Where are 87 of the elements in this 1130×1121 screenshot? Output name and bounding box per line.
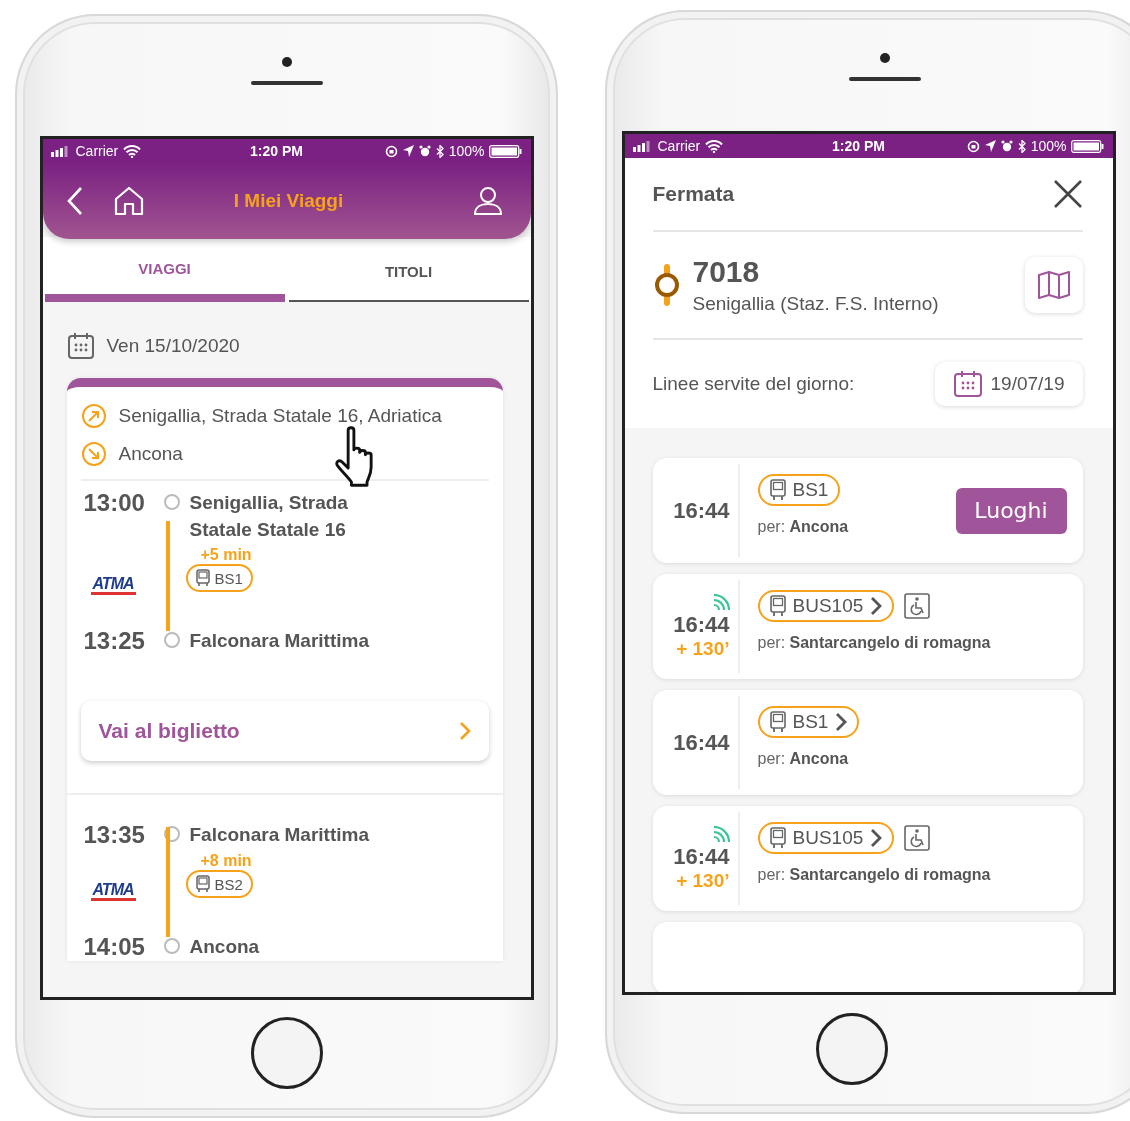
line-badge[interactable]: BS1: [757, 706, 860, 738]
bus-icon: [195, 569, 210, 587]
departure-time: 13:35: [82, 821, 146, 849]
bus-icon: [195, 875, 210, 893]
stop-name: Senigallia, Strada Statale Statale 16: [189, 491, 349, 542]
calendar-icon: [952, 370, 983, 398]
route-destination: Ancona: [118, 443, 183, 465]
screen-title: I Miei Viaggi: [232, 190, 345, 212]
ticket-button[interactable]: Vai al biglietto: [80, 701, 489, 761]
operator-logo: ATMA: [90, 575, 136, 595]
clock-time: 1:20 PM: [832, 138, 885, 154]
destination-text: per: Ancona: [757, 518, 850, 536]
battery-icon: [489, 144, 523, 158]
delay-label: +8 min: [200, 852, 252, 870]
signal-icon: [632, 140, 653, 152]
stop-name: Falconara Marittima: [189, 823, 370, 847]
arrival-icon: [80, 441, 107, 467]
battery-icon: [1071, 139, 1105, 153]
line-badge: BS1: [185, 564, 253, 592]
chevron-right-icon: [458, 721, 471, 741]
delay-label: +5 min: [200, 546, 252, 564]
stop-name: Ancona: [189, 935, 261, 959]
destination-text: per: Ancona: [757, 750, 850, 768]
stop-code: 7018: [692, 255, 761, 289]
speaker-slot: [849, 76, 921, 81]
line-badge: BS2: [185, 870, 253, 898]
rotation-lock-icon: [384, 144, 398, 158]
departure-card[interactable]: 16:44 BS1 per: Ancona Luoghi: [652, 458, 1083, 563]
arrival-time: 14:05: [82, 933, 146, 961]
delay-label: + 130’: [676, 637, 730, 660]
location-arrow-icon: [984, 140, 996, 152]
departure-card[interactable]: 16:44 BS1 per: Ancona: [652, 690, 1083, 795]
departure-icon: [80, 403, 107, 429]
stop-name: Senigallia (Staz. F.S. Interno): [692, 293, 940, 315]
rotation-lock-icon: [966, 139, 980, 153]
clock-time: 1:20 PM: [250, 143, 303, 159]
date-button[interactable]: 19/07/19: [934, 362, 1083, 406]
departure-time: 16:44: [673, 497, 730, 524]
stop-dot: [163, 938, 180, 954]
delay-label: + 130’: [676, 869, 730, 892]
alarm-icon: [1000, 140, 1013, 152]
camera-dot: [880, 52, 890, 63]
bus-icon: [769, 595, 786, 617]
bluetooth-icon: [435, 144, 444, 158]
departure-time: 13:00: [82, 489, 146, 517]
calendar-icon: [66, 332, 95, 360]
lines-label: Linee servite del giorno:: [652, 373, 855, 395]
stop-dot: [163, 632, 180, 648]
departure-time: 16:44: [673, 729, 730, 756]
route-origin: Senigallia, Strada Statale 16, Adriatica: [118, 405, 442, 427]
close-icon[interactable]: [1052, 179, 1083, 209]
carrier-label: Carrier: [75, 143, 119, 159]
battery-percent: 100%: [1030, 138, 1067, 154]
alarm-icon: [418, 145, 431, 157]
map-icon: [1037, 271, 1070, 299]
stop-dot: [163, 494, 180, 510]
back-icon[interactable]: [66, 186, 83, 216]
line-badge[interactable]: BUS105: [757, 822, 895, 854]
bus-icon: [769, 711, 786, 733]
departure-card[interactable]: 16:44 + 130’ BUS105 per: Santarcangelo di romagna: [652, 806, 1083, 911]
carrier-label: Carrier: [657, 138, 701, 154]
bus-icon: [769, 827, 786, 849]
home-icon[interactable]: [112, 186, 145, 216]
sheet-title: Fermata: [652, 182, 735, 206]
destination-text: per: Santarcangelo di romagna: [757, 634, 992, 652]
map-button[interactable]: [1024, 257, 1083, 313]
departure-card[interactable]: 16:44 + 130’ BUS105 per: Santarcangelo di romagna: [652, 574, 1083, 679]
stop-marker-icon: [652, 263, 681, 307]
camera-dot: [281, 57, 292, 67]
signal-icon: [50, 145, 71, 157]
battery-percent: 100%: [448, 143, 485, 159]
places-button[interactable]: Luoghi: [955, 487, 1067, 534]
operator-logo: ATMA: [90, 881, 136, 901]
wifi-icon: [123, 144, 142, 158]
user-icon[interactable]: [472, 186, 503, 216]
location-arrow-icon: [402, 145, 414, 157]
stop-name: Falconara Marittima: [189, 629, 370, 653]
bluetooth-icon: [1017, 139, 1026, 153]
line-badge[interactable]: BUS105: [757, 590, 895, 622]
arrival-time: 13:25: [82, 627, 146, 655]
trip-date: Ven 15/10/2020: [106, 335, 240, 357]
destination-text: per: Santarcangelo di romagna: [757, 866, 992, 884]
wifi-icon: [705, 139, 724, 153]
departure-time: 16:44: [673, 611, 730, 638]
line-badge[interactable]: BS1: [757, 474, 841, 506]
bus-icon: [769, 479, 786, 501]
departure-time: 16:44: [673, 843, 730, 870]
